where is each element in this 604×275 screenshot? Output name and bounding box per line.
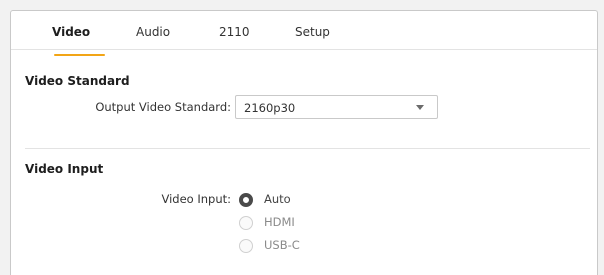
tab-video-label: Video xyxy=(52,25,91,39)
output-video-standard-label: Output Video Standard: xyxy=(95,100,231,114)
tab-2110[interactable]: 2110 xyxy=(219,25,250,45)
section-divider xyxy=(25,148,590,149)
radio-usb-c-label[interactable]: USB-C xyxy=(264,238,300,252)
tab-bar: Video Audio 2110 Setup xyxy=(25,18,604,56)
active-tab-indicator xyxy=(54,54,105,56)
radio-hdmi[interactable] xyxy=(239,216,253,230)
output-video-standard-value: 2160p30 xyxy=(244,101,296,115)
output-video-standard-select[interactable]: 2160p30 xyxy=(235,95,438,119)
tab-2110-label: 2110 xyxy=(219,25,250,39)
video-input-label: Video Input: xyxy=(161,192,231,206)
radio-auto[interactable] xyxy=(239,193,253,207)
tab-audio-label: Audio xyxy=(136,25,171,39)
tab-video[interactable]: Video xyxy=(52,25,105,56)
radio-hdmi-label[interactable]: HDMI xyxy=(264,215,295,229)
radio-usb-c[interactable] xyxy=(239,239,253,253)
tab-setup[interactable]: Setup xyxy=(295,25,330,45)
chevron-down-icon xyxy=(416,105,424,110)
video-input-heading: Video Input xyxy=(25,162,104,176)
tab-audio[interactable]: Audio xyxy=(136,25,170,45)
radio-auto-label[interactable]: Auto xyxy=(264,192,291,206)
tab-setup-label: Setup xyxy=(295,25,330,39)
tab-bar-divider xyxy=(11,49,597,50)
video-standard-heading: Video Standard xyxy=(25,74,130,88)
